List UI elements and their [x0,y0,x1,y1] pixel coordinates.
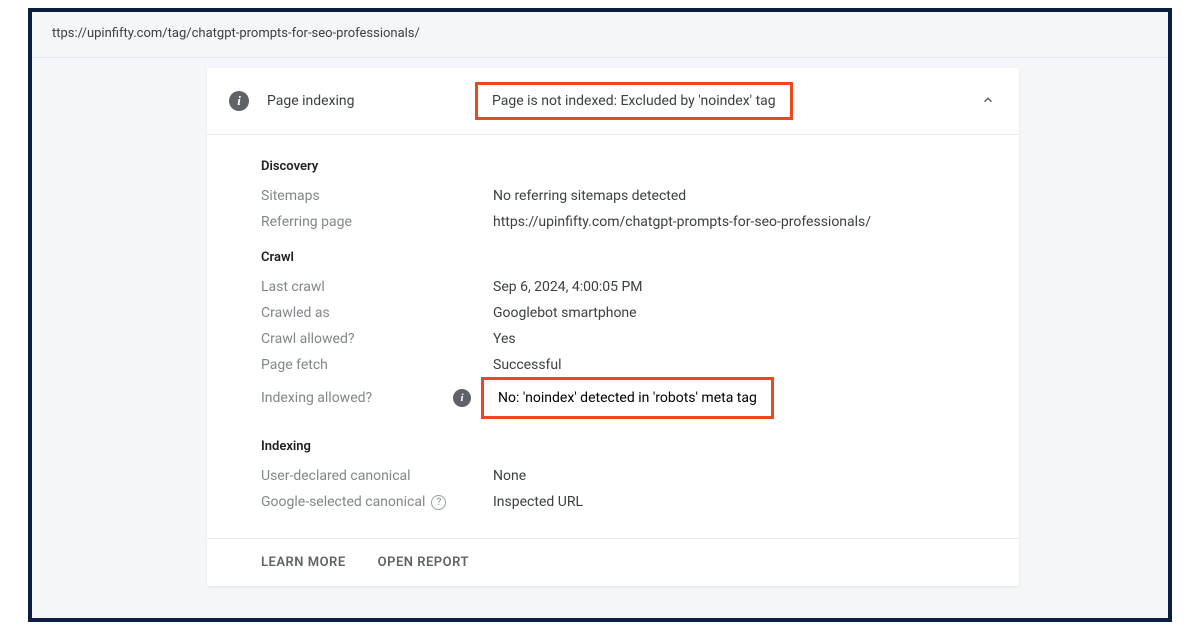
referring-row: Referring page https://upinfifty.com/cha… [261,214,965,230]
app-frame: ttps://upinfifty.com/tag/chatgpt-prompts… [28,8,1172,622]
sitemaps-row: Sitemaps No referring sitemaps detected [261,188,965,204]
user-canonical-value: None [493,468,526,484]
page-fetch-row: Page fetch Successful [261,357,965,373]
indexing-title: Indexing [261,439,965,454]
card-body: Discovery Sitemaps No referring sitemaps… [207,135,1019,538]
crawl-allowed-label: Crawl allowed? [261,331,493,347]
indexing-allowed-row: Indexing allowed? i No: 'noindex' detect… [261,377,965,419]
sitemaps-value: No referring sitemaps detected [493,188,686,204]
user-canonical-row: User-declared canonical None [261,468,965,484]
last-crawl-value: Sep 6, 2024, 4:00:05 PM [493,279,643,295]
header-title: Page indexing [267,93,467,109]
page-indexing-card: i Page indexing Page is not indexed: Exc… [207,68,1019,586]
crawled-as-row: Crawled as Googlebot smartphone [261,305,965,321]
indexing-section: Indexing User-declared canonical None Go… [261,439,965,510]
crawl-allowed-row: Crawl allowed? Yes [261,331,965,347]
crawl-title: Crawl [261,250,965,265]
page-fetch-value: Successful [493,357,562,373]
header-status-highlight: Page is not indexed: Excluded by 'noinde… [475,82,793,120]
crawl-allowed-value: Yes [493,331,516,347]
url-display: ttps://upinfifty.com/tag/chatgpt-prompts… [32,12,1168,58]
crawled-as-value: Googlebot smartphone [493,305,637,321]
indexing-allowed-label: Indexing allowed? [261,390,461,406]
chevron-up-icon[interactable] [981,92,995,111]
card-header[interactable]: i Page indexing Page is not indexed: Exc… [207,68,1019,135]
content-area: i Page indexing Page is not indexed: Exc… [32,68,1168,586]
referring-value: https://upinfifty.com/chatgpt-prompts-fo… [493,214,871,230]
google-canonical-value: Inspected URL [493,494,583,510]
card-footer: LEARN MORE OPEN REPORT [207,538,1019,586]
user-canonical-label: User-declared canonical [261,468,493,484]
crawl-section: Crawl Last crawl Sep 6, 2024, 4:00:05 PM… [261,250,965,419]
open-report-button[interactable]: OPEN REPORT [378,555,469,570]
info-icon: i [229,91,249,111]
sitemaps-label: Sitemaps [261,188,493,204]
page-fetch-label: Page fetch [261,357,493,373]
crawled-as-label: Crawled as [261,305,493,321]
referring-label: Referring page [261,214,493,230]
discovery-title: Discovery [261,159,965,174]
learn-more-button[interactable]: LEARN MORE [261,555,346,570]
info-icon: i [453,389,471,407]
google-canonical-label: Google-selected canonical ? [261,494,493,510]
help-icon[interactable]: ? [431,495,446,510]
last-crawl-label: Last crawl [261,279,493,295]
last-crawl-row: Last crawl Sep 6, 2024, 4:00:05 PM [261,279,965,295]
discovery-section: Discovery Sitemaps No referring sitemaps… [261,159,965,230]
google-canonical-row: Google-selected canonical ? Inspected UR… [261,494,965,510]
google-canonical-label-text: Google-selected canonical [261,494,425,510]
indexing-allowed-highlight: No: 'noindex' detected in 'robots' meta … [481,377,774,419]
